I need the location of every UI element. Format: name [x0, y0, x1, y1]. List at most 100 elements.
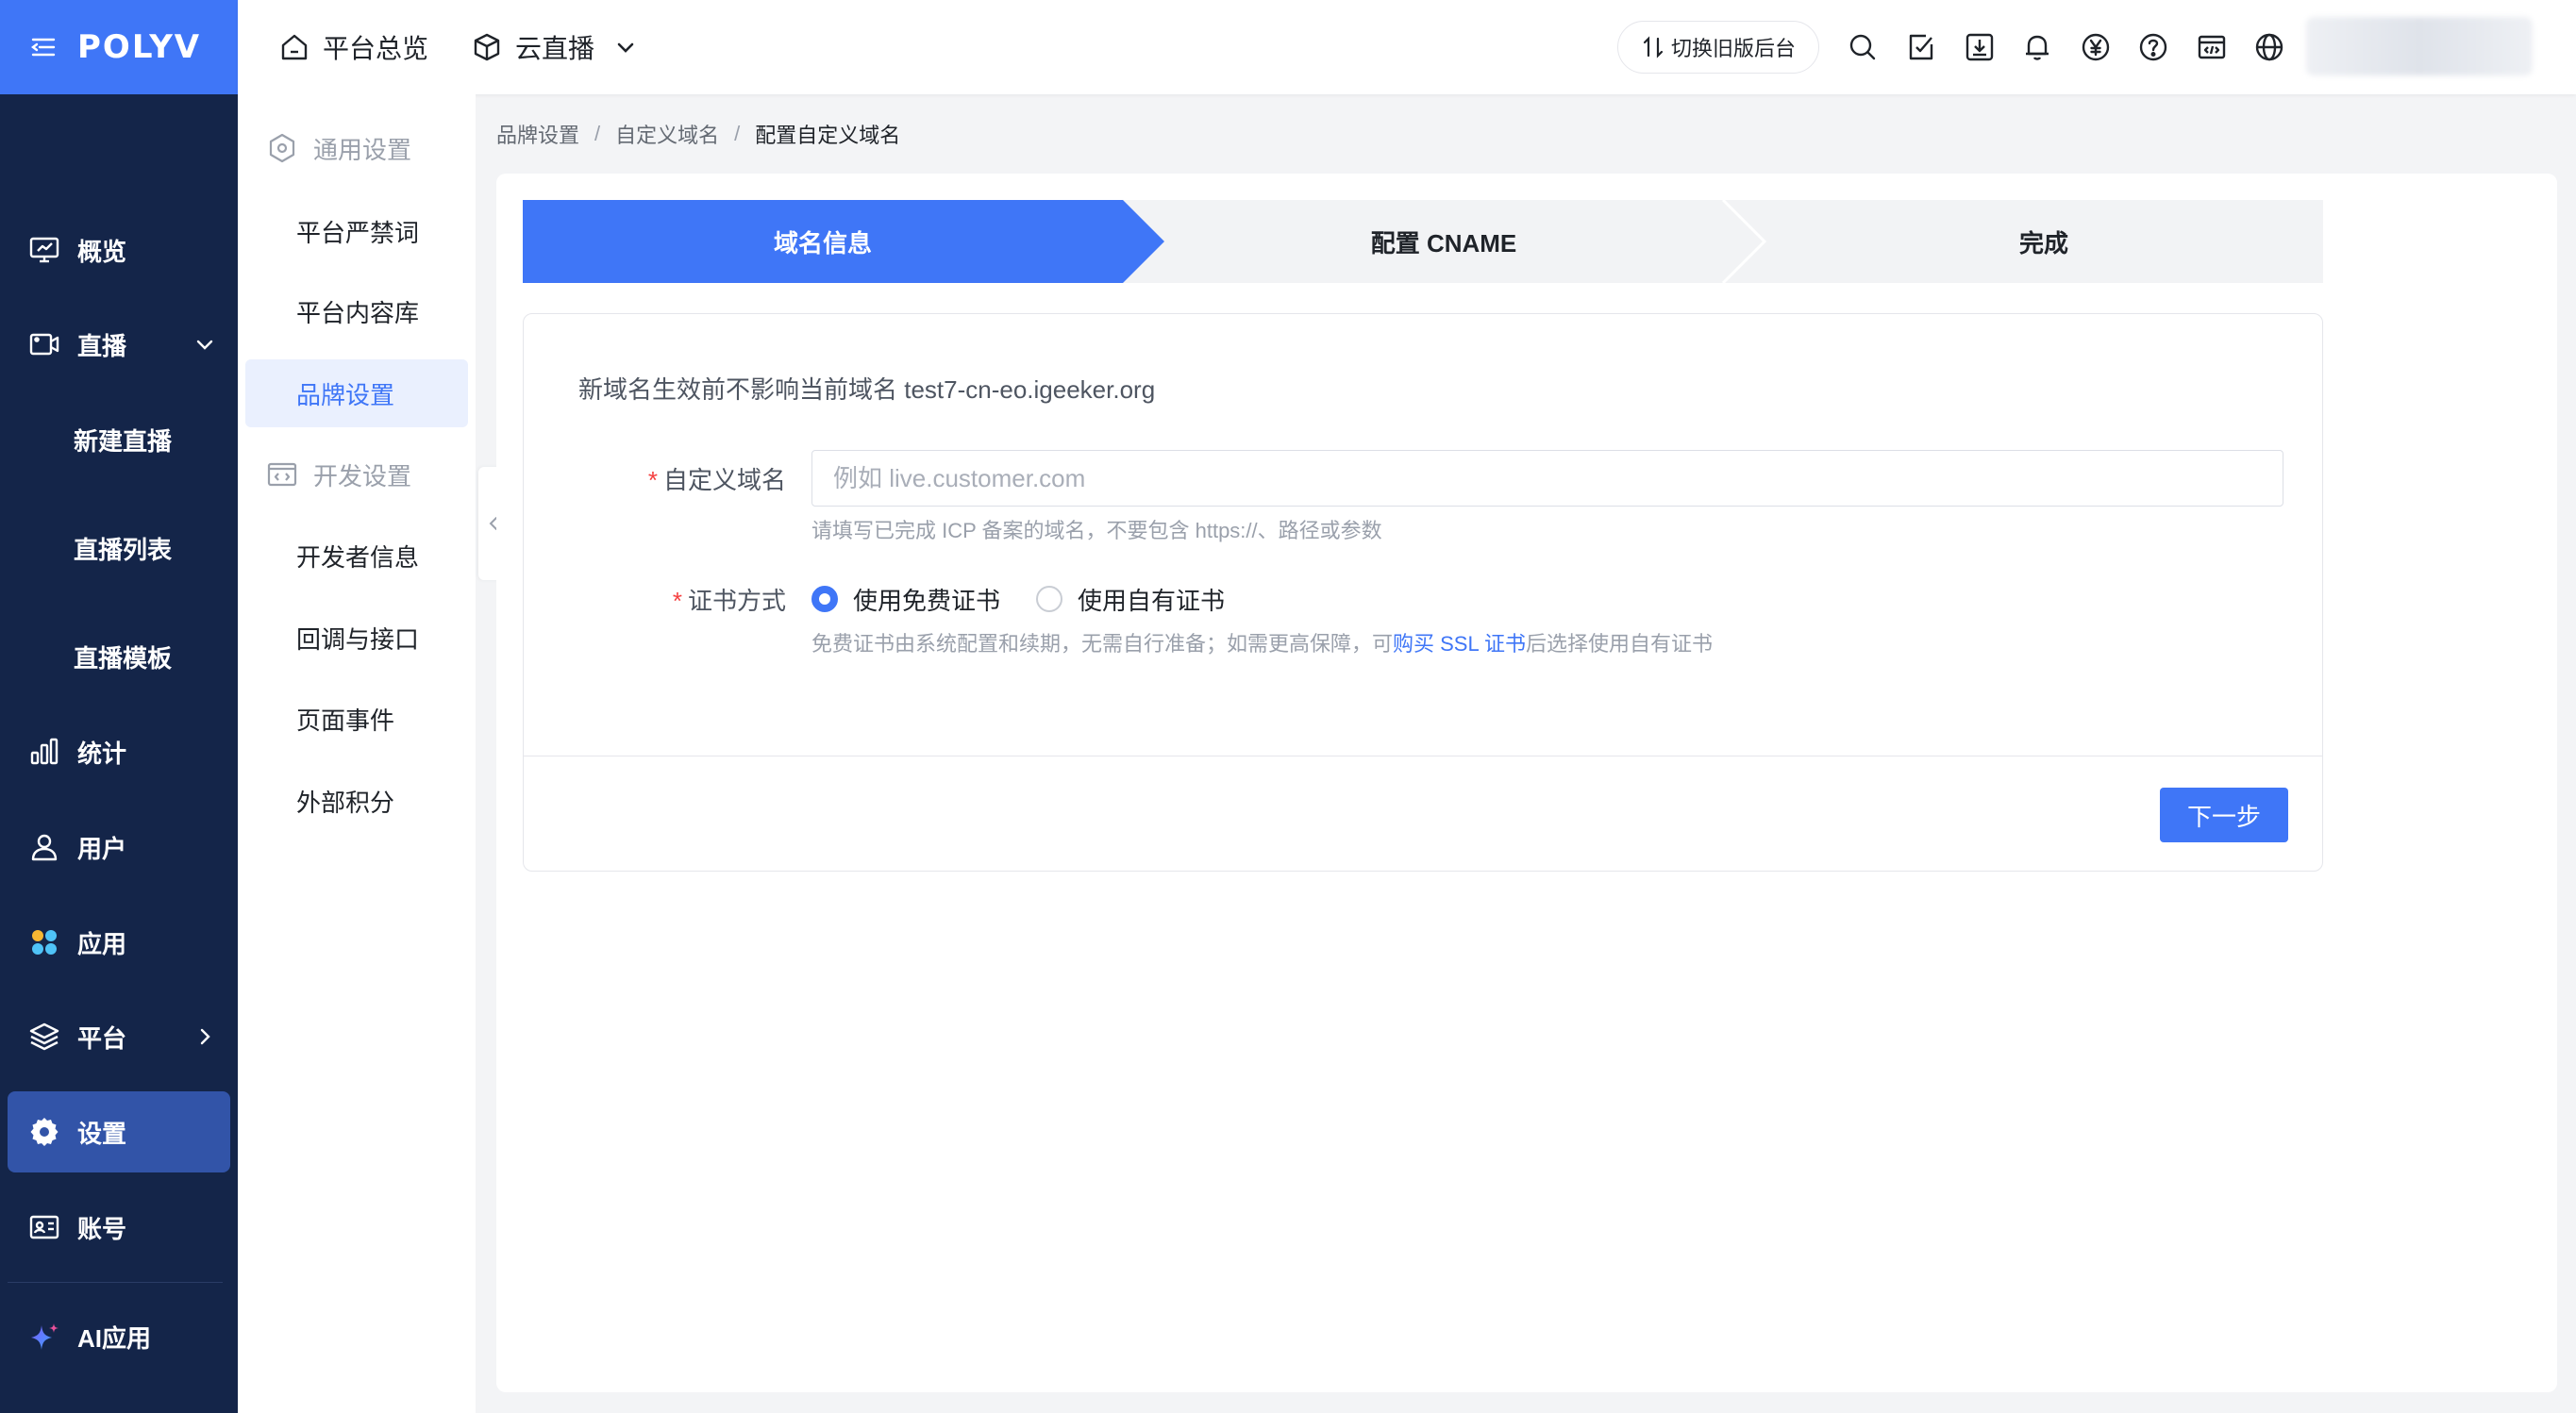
nav-item-label: AI应用 [77, 1323, 152, 1353]
breadcrumb: 品牌设置 / 自定义域名 / 配置自定义域名 [496, 119, 900, 149]
nav-item-label: 账号 [77, 1214, 127, 1243]
required-mark: * [647, 466, 658, 494]
breadcrumb-item[interactable]: 品牌设置 [496, 119, 579, 149]
search-icon[interactable] [1847, 31, 1879, 63]
nav-item-stats[interactable]: 统计 [8, 711, 230, 792]
cert-help-prefix: 免费证书由系统配置和续期，无需自行准备；如需更高保障，可 [811, 632, 1394, 656]
task-check-icon[interactable] [1905, 31, 1937, 63]
code-window-icon[interactable] [2196, 31, 2228, 63]
submenu-item-banned-words[interactable]: 平台严禁词 [245, 197, 468, 265]
submenu-item-developer-info[interactable]: 开发者信息 [245, 522, 468, 590]
settings-submenu: 通用设置 平台严禁词 平台内容库 品牌设置 开发设置 开发者信息 回调与接口 页… [238, 94, 476, 1413]
nav-item-account[interactable]: 账号 [8, 1187, 230, 1268]
nav-item-users[interactable]: 用户 [8, 806, 230, 888]
monitor-chart-icon [29, 237, 59, 263]
nav-item-new-live[interactable]: 新建直播 [8, 399, 230, 480]
nav-item-ai-apps[interactable]: AI应用 [8, 1296, 230, 1377]
cert-help-text: 免费证书由系统配置和续期，无需自行准备；如需更高保障，可购买 SSL 证书后选择… [811, 627, 1713, 657]
chevron-down-icon [196, 340, 213, 350]
submenu-item-label: 平台内容库 [296, 298, 420, 327]
nav-item-live[interactable]: 直播 [8, 304, 230, 385]
domain-label-text: 自定义域名 [662, 466, 786, 494]
cert-label-text: 证书方式 [687, 587, 786, 615]
nav-item-settings[interactable]: 设置 [8, 1091, 230, 1172]
code-window-icon [267, 462, 297, 487]
nav-item-label: 新建直播 [74, 426, 173, 456]
switch-legacy-label: 切换旧版后台 [1670, 37, 1796, 60]
submenu-group-dev: 开发设置 [266, 446, 411, 503]
chevron-right-icon [200, 1028, 210, 1045]
radio-checked-icon [811, 586, 838, 612]
main-sidebar: POLYV 概览 直播 新建直播 直播列表 直播模板 统计 用户 应用 平台 设… [0, 0, 238, 1413]
nav-item-live-list[interactable]: 直播列表 [8, 507, 230, 589]
cert-option-label: 使用免费证书 [853, 586, 1001, 615]
submenu-item-label: 开发者信息 [296, 542, 420, 572]
platform-overview-link[interactable]: 平台总览 [279, 0, 428, 94]
next-step-button[interactable]: 下一步 [2160, 788, 2288, 842]
submenu-item-label: 平台严禁词 [296, 218, 420, 247]
layers-icon [29, 1022, 59, 1051]
bell-icon[interactable] [2021, 31, 2053, 63]
domain-notice: 新域名生效前不影响当前域名 test7-cn-eo.igeeker.org [578, 375, 1156, 404]
nav-divider [8, 1282, 223, 1283]
cert-option-label: 使用自有证书 [1078, 586, 1226, 615]
yuan-icon[interactable] [2080, 31, 2112, 63]
nav-item-label: 概览 [77, 237, 127, 266]
domain-form: 新域名生效前不影响当前域名 test7-cn-eo.igeeker.org * 自… [523, 313, 2323, 872]
submenu-item-label: 页面事件 [296, 706, 395, 735]
nav-item-label: 直播模板 [74, 643, 173, 673]
steps-bar: 域名信息 配置 CNAME 完成 [523, 200, 2323, 283]
submenu-item-label: 外部积分 [296, 788, 395, 817]
home-icon [281, 34, 308, 60]
cert-help-suffix: 后选择使用自有证书 [1526, 632, 1714, 656]
breadcrumb-item[interactable]: 自定义域名 [615, 119, 719, 149]
nav-item-label: 应用 [77, 929, 127, 958]
main-card: 域名信息 配置 CNAME 完成 新域名生效前不影响当前域名 test7-cn-… [496, 174, 2557, 1392]
custom-domain-input[interactable] [811, 450, 2283, 507]
submenu-item-external-points[interactable]: 外部积分 [245, 767, 468, 835]
globe-icon[interactable] [2253, 31, 2285, 63]
video-icon [29, 333, 59, 356]
user-profile[interactable] [2306, 17, 2533, 75]
gear-icon [30, 1118, 59, 1146]
sparkle-icon [31, 1323, 59, 1350]
help-icon[interactable] [2137, 31, 2169, 63]
nav-item-apps[interactable]: 应用 [8, 902, 230, 983]
apps-icon [32, 930, 57, 955]
submenu-item-label: 品牌设置 [296, 380, 395, 409]
submenu-group-label: 通用设置 [313, 135, 412, 164]
top-header: 平台总览 云直播 切换旧版后台 [238, 0, 2576, 94]
cert-option-free[interactable]: 使用免费证书 [811, 582, 1000, 616]
domain-field-label: * 自定义域名 [578, 461, 786, 496]
cert-option-own[interactable]: 使用自有证书 [1036, 582, 1225, 616]
nav-item-label: 设置 [77, 1119, 127, 1148]
nav-item-platform[interactable]: 平台 [8, 996, 230, 1077]
download-icon[interactable] [1964, 31, 1996, 63]
platform-overview-label: 平台总览 [323, 34, 429, 63]
submenu-item-brand-settings[interactable]: 品牌设置 [245, 359, 468, 427]
polyv-logo[interactable]: POLYV [77, 28, 201, 66]
submenu-item-content-library[interactable]: 平台内容库 [245, 277, 468, 345]
submenu-group-label: 开发设置 [313, 461, 412, 490]
swap-icon [1643, 36, 1664, 58]
nav-item-overview[interactable]: 概览 [8, 209, 230, 291]
user-icon [31, 834, 58, 861]
step-complete: 完成 [2018, 228, 2068, 258]
menu-toggle-icon[interactable] [28, 32, 59, 62]
nav-item-label: 用户 [77, 834, 127, 863]
submenu-item-callback-api[interactable]: 回调与接口 [245, 604, 468, 672]
step-configure-cname: 配置 CNAME [1370, 228, 1517, 258]
nav-item-live-template[interactable]: 直播模板 [8, 616, 230, 697]
product-switcher[interactable]: 云直播 [472, 0, 651, 94]
breadcrumb-separator: / [594, 122, 601, 145]
switch-legacy-button[interactable]: 切换旧版后台 [1617, 21, 1819, 74]
buy-ssl-link[interactable]: 购买 SSL 证书 [1393, 632, 1526, 656]
chevron-down-icon [617, 42, 634, 53]
radio-unchecked-icon [1036, 586, 1062, 612]
brand-bar: POLYV [0, 0, 238, 94]
submenu-item-page-events[interactable]: 页面事件 [245, 685, 468, 753]
nav-item-label: 平台 [77, 1023, 127, 1053]
id-card-icon [29, 1215, 59, 1239]
bar-chart-icon [30, 738, 59, 765]
breadcrumb-separator: / [734, 122, 741, 145]
